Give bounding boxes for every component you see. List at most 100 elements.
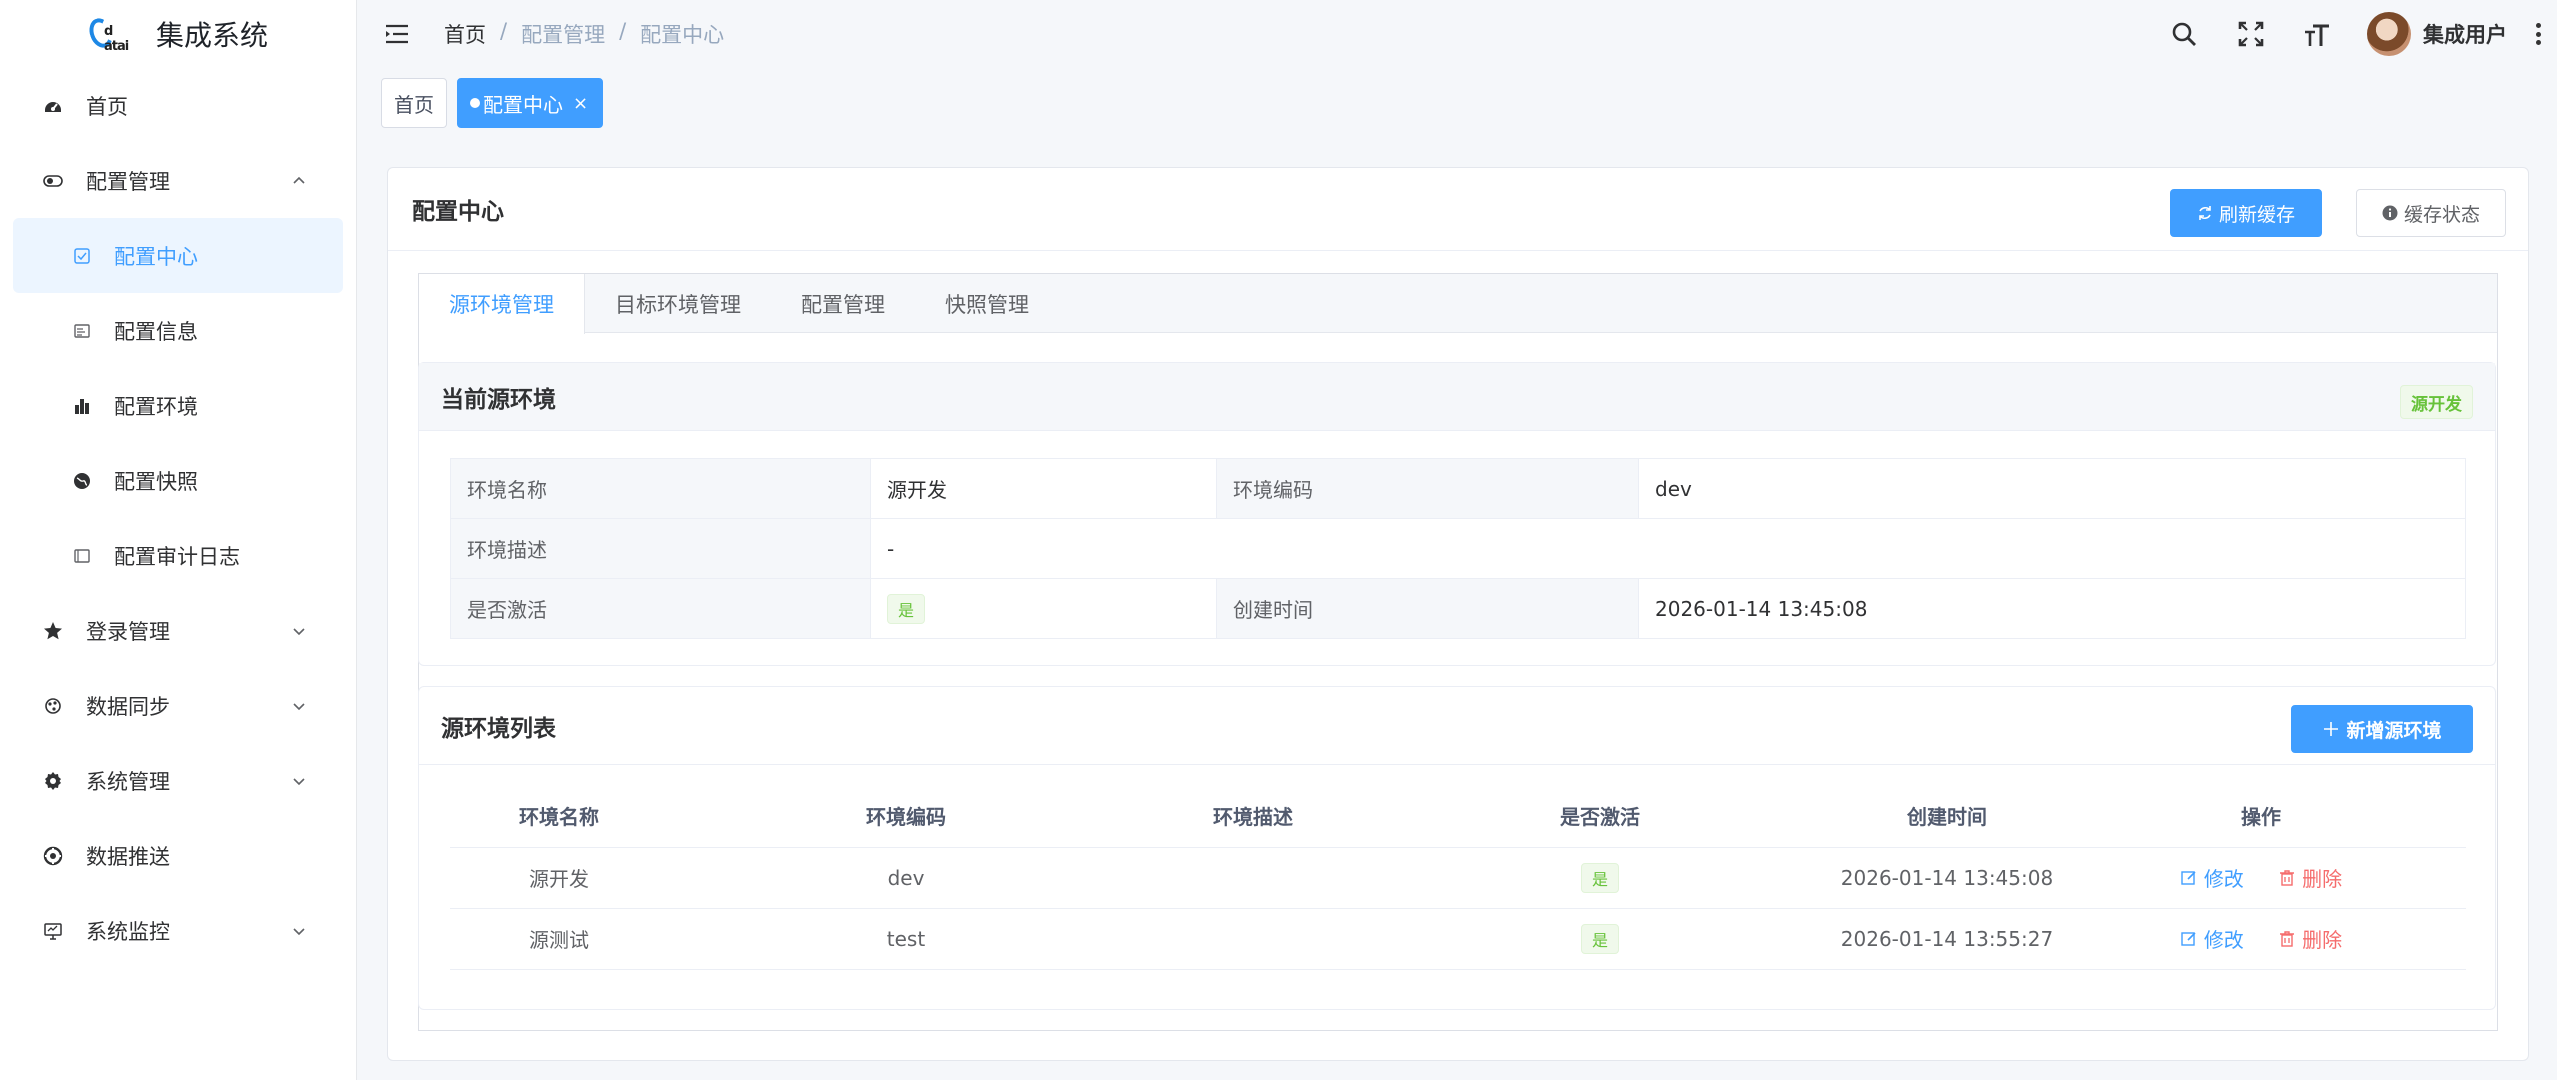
config-center-card: 配置中心 刷新缓存 缓存状态 源环境管理 目标环境管理 配置管理 快照管理 当前…	[387, 167, 2529, 1061]
breadcrumb-separator: /	[619, 19, 627, 43]
column-header: 创建时间	[1838, 785, 2056, 848]
column-header: 环境编码	[668, 785, 1144, 848]
sidebar-item-config-env[interactable]: 配置环境	[13, 368, 343, 443]
user-name[interactable]: 集成用户	[2423, 19, 2507, 49]
close-icon[interactable]: ×	[573, 93, 588, 114]
breadcrumb-config-center: 配置中心	[640, 23, 725, 47]
tab-target-env[interactable]: 目标环境管理	[585, 274, 771, 333]
active-badge: 是	[1580, 923, 1619, 954]
section-title: 当前源环境	[441, 386, 556, 413]
star-icon	[42, 620, 64, 642]
cell-name: 源开发	[450, 847, 668, 909]
section-header: 当前源环境 源开发	[419, 363, 2495, 431]
cell-code: dev	[668, 847, 1144, 909]
avatar[interactable]	[2367, 12, 2411, 56]
column-header: 是否激活	[1362, 785, 1838, 848]
header-actions: 集成用户	[2166, 0, 2557, 68]
globe-icon	[72, 471, 92, 491]
font-size-icon[interactable]	[2300, 16, 2336, 52]
refresh-icon	[2199, 206, 2211, 220]
desc-value: 源开发	[870, 458, 1217, 519]
env-list-section: 源环境列表 新增源环境 环境名称 环境编码 环境描述 是否激活 创建时间 操作	[418, 686, 2496, 1010]
desc-label: 是否激活	[450, 578, 871, 639]
cell-desc	[1144, 908, 1362, 970]
sidebar-item-data-push[interactable]: 数据推送	[0, 818, 356, 893]
sidebar-item-config-audit-log[interactable]: 配置审计日志	[13, 518, 343, 593]
push-icon	[42, 845, 64, 867]
add-source-env-button[interactable]: 新增源环境	[2291, 705, 2473, 753]
log-icon	[72, 546, 92, 566]
tag-config-center[interactable]: 配置中心 ×	[457, 78, 604, 128]
active-badge: 是	[887, 593, 926, 624]
sidebar: d atai 集成系统 首页 配置管理 配置中心 配置信息 配置环境 配置快照 …	[0, 0, 357, 1080]
app-title: 集成系统	[155, 19, 268, 52]
logo-icon: d atai	[85, 14, 136, 54]
trash-icon	[2280, 930, 2295, 947]
card-header: 配置中心 刷新缓存 缓存状态	[388, 168, 2528, 251]
logo: d atai 集成系统	[0, 0, 356, 68]
chevron-down-icon	[293, 627, 305, 635]
sidebar-item-system-management[interactable]: 系统管理	[0, 743, 356, 818]
chevron-down-icon	[293, 777, 305, 785]
chevron-down-icon	[293, 702, 305, 710]
desc-row: 环境描述 -	[450, 518, 2466, 579]
sidebar-item-data-sync[interactable]: 数据同步	[0, 668, 356, 743]
cell-active: 是	[1362, 847, 1838, 909]
sidebar-item-config-center[interactable]: 配置中心	[13, 218, 343, 293]
desc-label: 环境名称	[450, 458, 871, 519]
cell-active: 是	[1362, 908, 1838, 970]
tags-view: 首页 配置中心 ×	[381, 78, 604, 128]
chevron-up-icon	[293, 176, 305, 184]
sidebar-item-config-snapshot[interactable]: 配置快照	[13, 443, 343, 518]
desc-label: 环境编码	[1216, 458, 1639, 519]
tab-source-env[interactable]: 源环境管理	[419, 274, 585, 334]
sync-icon	[42, 695, 64, 717]
delete-button[interactable]: 删除	[2278, 863, 2342, 892]
env-table: 环境名称 环境编码 环境描述 是否激活 创建时间 操作 源开发 dev 是 20…	[450, 785, 2466, 970]
breadcrumb-home[interactable]: 首页	[444, 19, 486, 49]
cache-status-button[interactable]: 缓存状态	[2356, 189, 2506, 237]
fullscreen-icon[interactable]	[2233, 16, 2269, 52]
delete-button[interactable]: 删除	[2278, 924, 2342, 953]
search-icon[interactable]	[2166, 16, 2202, 52]
gear-icon	[42, 770, 64, 792]
desc-value: dev	[1638, 458, 2466, 519]
sidebar-item-login-management[interactable]: 登录管理	[0, 593, 356, 668]
chevron-down-icon	[293, 927, 305, 935]
top-bar: 首页 / 配置管理 / 配置中心 集成用户	[357, 0, 2557, 68]
cell-created: 2026-01-14 13:45:08	[1838, 847, 2056, 909]
cell-actions: 修改 删除	[2056, 847, 2466, 909]
desc-row: 环境名称 源开发 环境编码 dev	[450, 458, 2466, 519]
plus-icon	[2324, 722, 2339, 736]
tag-home[interactable]: 首页	[381, 78, 447, 128]
tab-config-management[interactable]: 配置管理	[771, 274, 915, 333]
table-header-row: 环境名称 环境编码 环境描述 是否激活 创建时间 操作	[450, 785, 2466, 848]
column-header: 操作	[2056, 785, 2466, 848]
cell-code: test	[668, 908, 1144, 970]
edit-button[interactable]: 修改	[2180, 863, 2244, 892]
desc-label: 创建时间	[1216, 578, 1639, 639]
tabs-container: 源环境管理 目标环境管理 配置管理 快照管理 当前源环境 源开发 环境名称 源开…	[418, 273, 2498, 1031]
tab-snapshot-management[interactable]: 快照管理	[915, 274, 1059, 333]
chart-icon	[72, 396, 92, 416]
sidebar-item-config-info[interactable]: 配置信息	[13, 293, 343, 368]
sidebar-item-home[interactable]: 首页	[0, 68, 356, 143]
sidebar-item-system-monitor[interactable]: 系统监控	[0, 893, 356, 968]
table-row: 源测试 test 是 2026-01-14 13:55:27 修改 删除	[450, 908, 2466, 970]
toggle-icon	[42, 170, 64, 192]
desc-value: -	[870, 518, 2466, 579]
desc-label: 环境描述	[450, 518, 871, 579]
refresh-cache-button[interactable]: 刷新缓存	[2170, 189, 2322, 237]
more-vertical-icon[interactable]	[2533, 19, 2543, 49]
table-row: 源开发 dev 是 2026-01-14 13:45:08 修改 删除	[450, 847, 2466, 909]
sidebar-item-config-management[interactable]: 配置管理	[0, 143, 356, 218]
desc-row: 是否激活 是 创建时间 2026-01-14 13:45:08	[450, 578, 2466, 639]
breadcrumb: 首页 / 配置管理 / 配置中心	[444, 19, 724, 49]
active-dot-icon	[470, 98, 480, 108]
check-square-icon	[72, 246, 92, 266]
menu-fold-icon[interactable]	[382, 19, 412, 49]
env-descriptions: 环境名称 源开发 环境编码 dev 环境描述 - 是否激活 是 创建时间 202…	[450, 458, 2466, 639]
form-icon	[72, 321, 92, 341]
tab-nav: 源环境管理 目标环境管理 配置管理 快照管理	[419, 274, 2497, 334]
edit-button[interactable]: 修改	[2180, 924, 2244, 953]
